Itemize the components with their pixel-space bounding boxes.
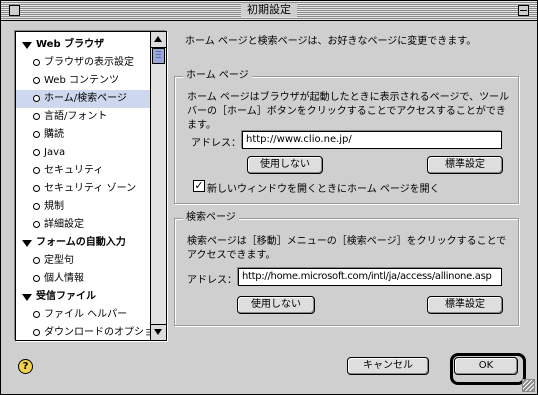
- title-bar[interactable]: 初期設定: [1, 1, 537, 21]
- disclosure-triangle-icon[interactable]: [22, 42, 32, 49]
- bullet-icon: [33, 257, 40, 264]
- sidebar-item[interactable]: 詳細設定: [16, 216, 150, 234]
- search-address-label: アドレス：: [187, 275, 237, 286]
- sidebar-item[interactable]: 言語/フォント: [16, 108, 150, 126]
- home-desc-line-1: ホーム ページはブラウザが起動したときに表示されるページで、ツール: [187, 92, 510, 103]
- resize-grip-icon[interactable]: [522, 379, 535, 392]
- sidebar-category[interactable]: Web ブラウザ: [16, 36, 150, 54]
- sidebar-item-label: ブラウザの表示設定: [44, 57, 134, 68]
- open-home-checkbox[interactable]: ✓: [193, 180, 205, 192]
- sidebar-item-label: 購読: [44, 129, 64, 140]
- sidebar-item-label: 受信ファイル: [36, 291, 96, 302]
- sidebar-item[interactable]: セキュリティ: [16, 162, 150, 180]
- bullet-icon: [33, 59, 40, 66]
- home-address-label: アドレス：: [191, 138, 241, 149]
- sidebar-item-label: ダウンロードのオプション: [44, 327, 164, 338]
- intro-text: ホーム ページと検索ページは、お好きなページに変更できます。: [185, 36, 477, 47]
- disclosure-triangle-icon[interactable]: [22, 294, 32, 301]
- bullet-icon: [33, 275, 40, 282]
- bullet-icon: [33, 185, 40, 192]
- sidebar-item-label: ファイル ヘルパー: [44, 309, 128, 320]
- help-icon[interactable]: ?: [18, 359, 33, 374]
- sidebar-item-label: 定型句: [44, 255, 74, 266]
- sidebar-item-label: セキュリティ ゾーン: [44, 183, 137, 194]
- sidebar-item[interactable]: Java: [16, 144, 150, 162]
- cancel-button[interactable]: キャンセル: [347, 357, 429, 375]
- sidebar-item-label: Web コンテンツ: [44, 75, 119, 86]
- search-page-legend: 検索ページ: [183, 212, 239, 224]
- window-title: 初期設定: [241, 3, 297, 17]
- sidebar-item-label: 詳細設定: [44, 219, 84, 230]
- bullet-icon: [33, 95, 40, 102]
- bullet-icon: [33, 149, 40, 156]
- sidebar-item[interactable]: 購読: [16, 126, 150, 144]
- bullet-icon: [33, 77, 40, 84]
- category-list[interactable]: Web ブラウザブラウザの表示設定 Web コンテンツ ホーム/検索ページ 言語/フォ…: [15, 31, 167, 341]
- sidebar-item[interactable]: 個人情報: [16, 270, 150, 288]
- search-desc-line-1: 検索ページは［移動］メニューの［検索ページ］をクリックすることで: [187, 236, 507, 247]
- list-scrollbar[interactable]: [150, 32, 166, 340]
- sidebar-item-label: ホーム/検索ページ: [44, 93, 127, 104]
- sidebar-item-label: セキュリティ: [44, 165, 104, 176]
- scroll-down-arrow-icon[interactable]: [151, 324, 166, 340]
- sidebar-item[interactable]: ブラウザの表示設定: [16, 54, 150, 72]
- sidebar-item[interactable]: ホーム/検索ページ: [16, 90, 150, 108]
- open-home-checkbox-label[interactable]: 新しいウィンドウを開くときにホーム ページを開く: [207, 180, 440, 195]
- disclosure-triangle-icon[interactable]: [22, 240, 32, 247]
- bullet-icon: [33, 311, 40, 318]
- sidebar-item[interactable]: ファイル ヘルパー: [16, 306, 150, 324]
- home-address-input[interactable]: http://www.clio.ne.jp/: [242, 131, 502, 149]
- sidebar-item[interactable]: Web コンテンツ: [16, 72, 150, 90]
- preferences-window: 初期設定 Web ブラウザブラウザの表示設定 Web コンテンツ ホーム/検索ページ…: [0, 0, 538, 395]
- search-none-button[interactable]: 使用しない: [237, 296, 315, 314]
- home-desc-line-2: バーの［ホーム］ボタンをクリックすることでアクセスすることができ: [187, 106, 506, 117]
- bullet-icon: [33, 203, 40, 210]
- home-none-button[interactable]: 使用しない: [247, 156, 323, 174]
- sidebar-item[interactable]: 規制: [16, 198, 150, 216]
- bullet-icon: [33, 329, 40, 336]
- sidebar-category[interactable]: 受信ファイル: [16, 288, 150, 306]
- sidebar-item-label: Java: [44, 147, 66, 158]
- bullet-icon: [33, 221, 40, 228]
- sidebar-category[interactable]: フォームの自動入力: [16, 234, 150, 252]
- ok-button[interactable]: OK: [454, 357, 518, 375]
- checkmark-icon: ✓: [194, 179, 204, 192]
- bullet-icon: [33, 113, 40, 120]
- bullet-icon: [33, 167, 40, 174]
- category-list-items: Web ブラウザブラウザの表示設定 Web コンテンツ ホーム/検索ページ 言語/フォ…: [16, 32, 164, 340]
- search-desc-line-2: アクセスできます。: [187, 250, 276, 261]
- scroll-thumb[interactable]: [152, 48, 165, 64]
- sidebar-item[interactable]: 定型句: [16, 252, 150, 270]
- close-box[interactable]: [9, 5, 20, 16]
- scroll-up-arrow-icon[interactable]: [151, 32, 166, 48]
- bullet-icon: [33, 131, 40, 138]
- sidebar-item[interactable]: セキュリティ ゾーン: [16, 180, 150, 198]
- search-address-input[interactable]: http://home.microsoft.com/intl/ja/access…: [238, 268, 502, 286]
- home-desc-line-3: ます。: [187, 120, 216, 131]
- sidebar-item-label: 個人情報: [44, 273, 84, 284]
- search-default-button[interactable]: 標準設定: [427, 296, 503, 314]
- sidebar-item-label: 言語/フォント: [44, 111, 108, 122]
- collapse-box[interactable]: [518, 5, 529, 16]
- sidebar-item[interactable]: ダウンロードのオプション: [16, 324, 164, 340]
- sidebar-item-label: 規制: [44, 201, 64, 212]
- home-default-button[interactable]: 標準設定: [427, 156, 503, 174]
- sidebar-item-label: Web ブラウザ: [36, 39, 105, 50]
- sidebar-item-label: フォームの自動入力: [36, 237, 126, 248]
- home-page-legend: ホーム ページ: [183, 70, 252, 82]
